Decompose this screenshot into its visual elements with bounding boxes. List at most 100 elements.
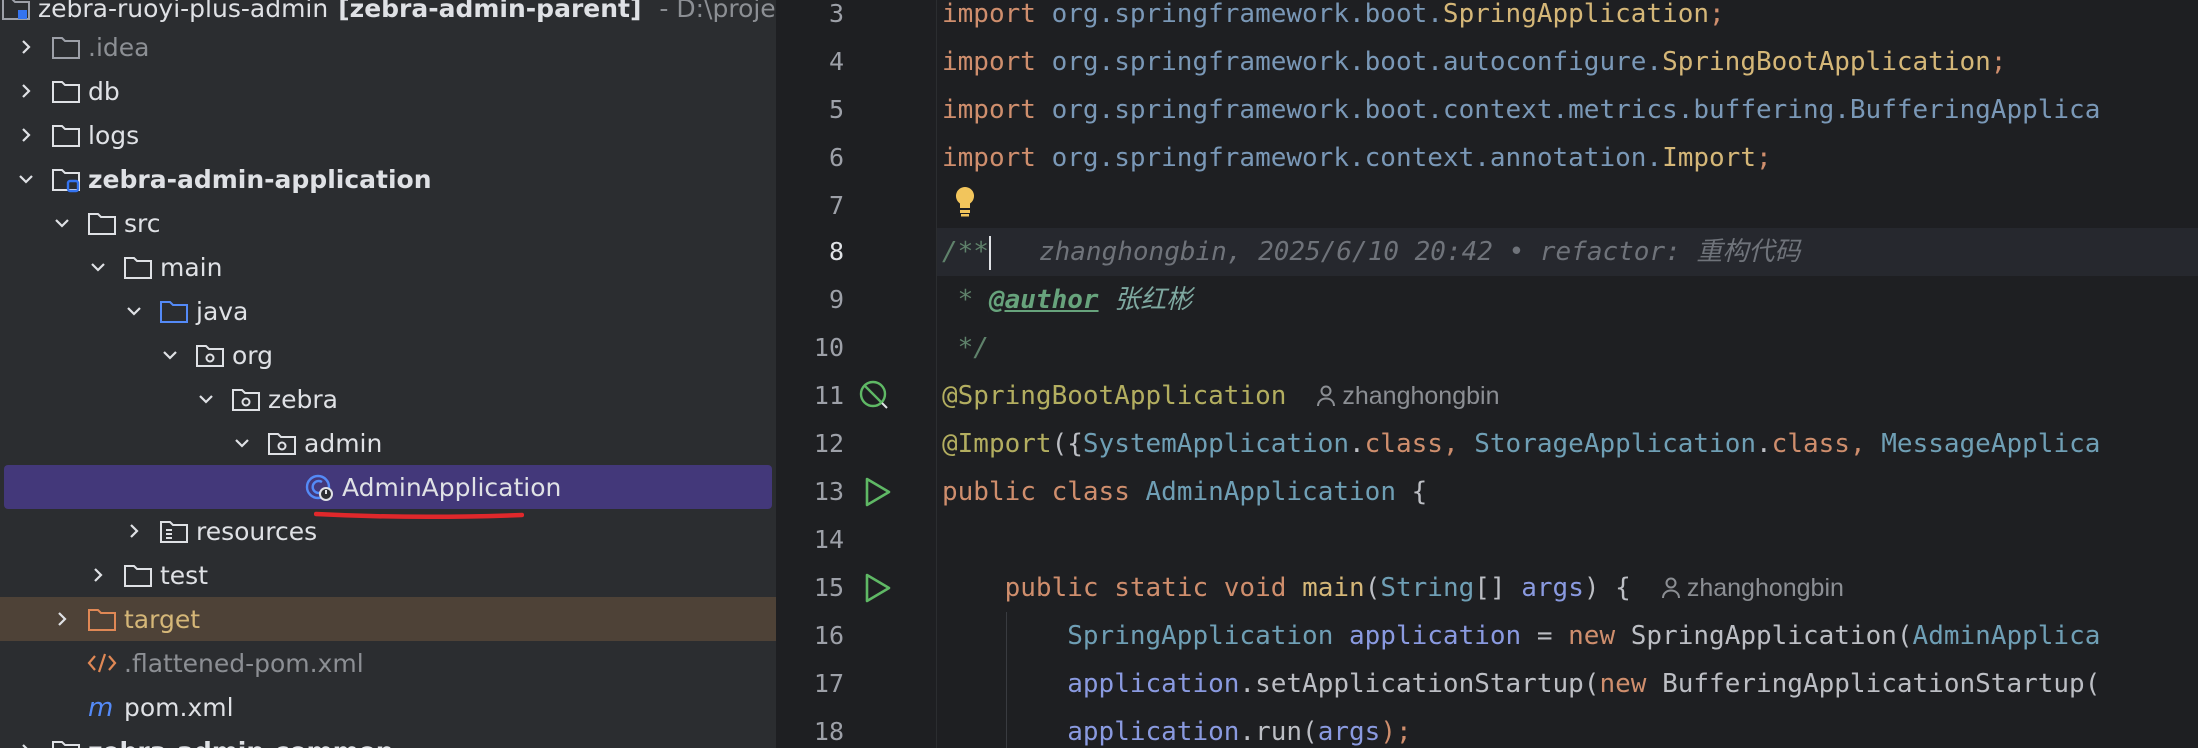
maven-icon: m — [86, 693, 118, 721]
line-number: 18 — [813, 717, 844, 746]
chevron-down-icon[interactable] — [52, 213, 72, 233]
line-number: 7 — [828, 191, 844, 220]
code-line-16: SpringApplication application = new Spri… — [1067, 621, 2101, 651]
code-line-11: @SpringBootApplication zhanghongbin — [942, 381, 1500, 411]
tree-item-zebra-admin-common[interactable]: zebra-admin-common — [0, 729, 776, 748]
chevron-right-icon[interactable] — [16, 741, 36, 748]
tree-item-label: zebra-admin-common — [88, 737, 394, 748]
chevron-down-icon[interactable] — [88, 257, 108, 277]
tree-item-label: logs — [88, 120, 140, 150]
line-number: 6 — [828, 143, 844, 172]
folder-icon — [122, 561, 154, 589]
run-icon[interactable] — [860, 571, 894, 605]
tree-item-zebra-admin-application[interactable]: zebra-admin-application — [0, 157, 776, 201]
project-path: - D:\project\fra — [659, 0, 776, 23]
tree-item-label: .flattened-pom.xml — [124, 648, 364, 678]
tree-item-admin-application[interactable]: AdminApplication — [4, 465, 772, 509]
text-caret — [988, 235, 991, 270]
tree-item-label: test — [160, 560, 209, 590]
line-number: 3 — [828, 0, 844, 28]
tree-item-main[interactable]: main — [0, 245, 776, 289]
excluded-folder-icon — [86, 605, 118, 633]
line-number: 13 — [813, 477, 844, 506]
chevron-right-icon[interactable] — [124, 521, 144, 541]
tree-item-label: admin — [304, 428, 383, 458]
chevron-right-icon[interactable] — [16, 125, 36, 145]
project-panel: zebra-ruoyi-plus-admin [zebra-admin-pare… — [0, 0, 776, 748]
code-line-9: * @author 张红彬 — [942, 285, 1193, 315]
line-number: 10 — [813, 333, 844, 362]
chevron-right-icon[interactable] — [16, 37, 36, 57]
svg-text:m: m — [88, 693, 113, 721]
tree-item-label: resources — [196, 516, 318, 546]
tree-item-logs[interactable]: logs — [0, 113, 776, 157]
line-number: 9 — [828, 285, 844, 314]
chevron-right-icon[interactable] — [52, 609, 72, 629]
author-inlay[interactable]: zhanghongbin — [1661, 574, 1844, 602]
chevron-down-icon[interactable] — [160, 345, 180, 365]
line-number: 16 — [813, 621, 844, 650]
line-number: 5 — [828, 95, 844, 124]
panel-splitter[interactable] — [776, 0, 798, 748]
tree-item-db[interactable]: db — [0, 69, 776, 113]
author-inlay[interactable]: zhanghongbin — [1316, 382, 1499, 410]
line-number: 4 — [828, 47, 844, 76]
tree-item-zebra[interactable]: zebra — [0, 377, 776, 421]
tree-item-admin[interactable]: admin — [0, 421, 776, 465]
run-icon[interactable] — [860, 475, 894, 509]
spring-bean-icon[interactable] — [858, 379, 892, 413]
spring-boot-class-icon — [304, 473, 336, 501]
line-number: 8 — [828, 237, 844, 266]
code-line-10: */ — [942, 333, 989, 363]
package-icon — [230, 385, 262, 413]
code-line-15: public static void main(String[] args) {… — [1004, 573, 1844, 603]
tree-item-label: java — [196, 296, 249, 326]
folder-icon — [86, 209, 118, 237]
project-name: zebra-ruoyi-plus-admin — [38, 0, 329, 23]
line-number: 11 — [813, 381, 844, 410]
tree-item-label: target — [124, 604, 201, 634]
tree-item-test[interactable]: test — [0, 553, 776, 597]
source-folder-icon — [158, 297, 190, 325]
code-editor[interactable]: 3 4 5 6 7 8 9 10 11 12 13 14 15 16 17 18… — [798, 0, 2198, 748]
code-line-17: application.setApplicationStartup(new Bu… — [1067, 669, 2101, 699]
chevron-down-icon[interactable] — [196, 389, 216, 409]
chevron-right-icon[interactable] — [88, 565, 108, 585]
code-line-6: import org.springframework.context.annot… — [942, 143, 1772, 173]
code-line-12: @Import({SystemApplication.class, Storag… — [942, 429, 2101, 459]
module-icon — [0, 0, 32, 22]
tree-item-org[interactable]: org — [0, 333, 776, 377]
tree-item-label: .idea — [88, 32, 150, 62]
person-icon — [1317, 385, 1336, 407]
tree-item-label: AdminApplication — [342, 472, 562, 502]
chevron-down-icon[interactable] — [124, 301, 144, 321]
line-number: 15 — [813, 573, 844, 602]
tree-item-label: org — [232, 340, 274, 370]
tree-item-label: zebra-admin-application — [88, 164, 432, 194]
module-icon — [50, 737, 82, 748]
tree-item-pom[interactable]: m pom.xml — [0, 685, 776, 729]
tree-item-label: src — [124, 208, 161, 238]
module-icon — [50, 165, 82, 193]
tree-item-idea[interactable]: .idea — [0, 25, 776, 69]
line-number: 14 — [813, 525, 844, 554]
chevron-right-icon[interactable] — [16, 81, 36, 101]
code-line-4: import org.springframework.boot.autoconf… — [942, 47, 2007, 77]
tree-item-target[interactable]: target — [0, 597, 776, 641]
chevron-down-icon[interactable] — [16, 169, 36, 189]
tree-item-label: pom.xml — [124, 692, 234, 722]
person-icon — [1661, 577, 1680, 599]
editor-gutter[interactable]: 3 4 5 6 7 8 9 10 11 12 13 14 15 16 17 18 — [798, 0, 937, 748]
code-line-18: application.run(args); — [1067, 717, 1412, 747]
git-blame-hint: zhanghongbin, 2025/6/10 20:42 • refactor… — [1038, 237, 1801, 267]
chevron-down-icon[interactable] — [232, 433, 252, 453]
tree-item-resources[interactable]: resources — [0, 509, 776, 553]
tree-item-java[interactable]: java — [0, 289, 776, 333]
project-module: [zebra-admin-parent] — [338, 0, 642, 23]
folder-icon — [50, 121, 82, 149]
tree-item-flattened-pom[interactable]: .flattened-pom.xml — [0, 641, 776, 685]
folder-icon — [50, 33, 82, 61]
tree-item-label: db — [88, 76, 120, 106]
tree-item-src[interactable]: src — [0, 201, 776, 245]
lightbulb-icon[interactable] — [952, 184, 978, 218]
